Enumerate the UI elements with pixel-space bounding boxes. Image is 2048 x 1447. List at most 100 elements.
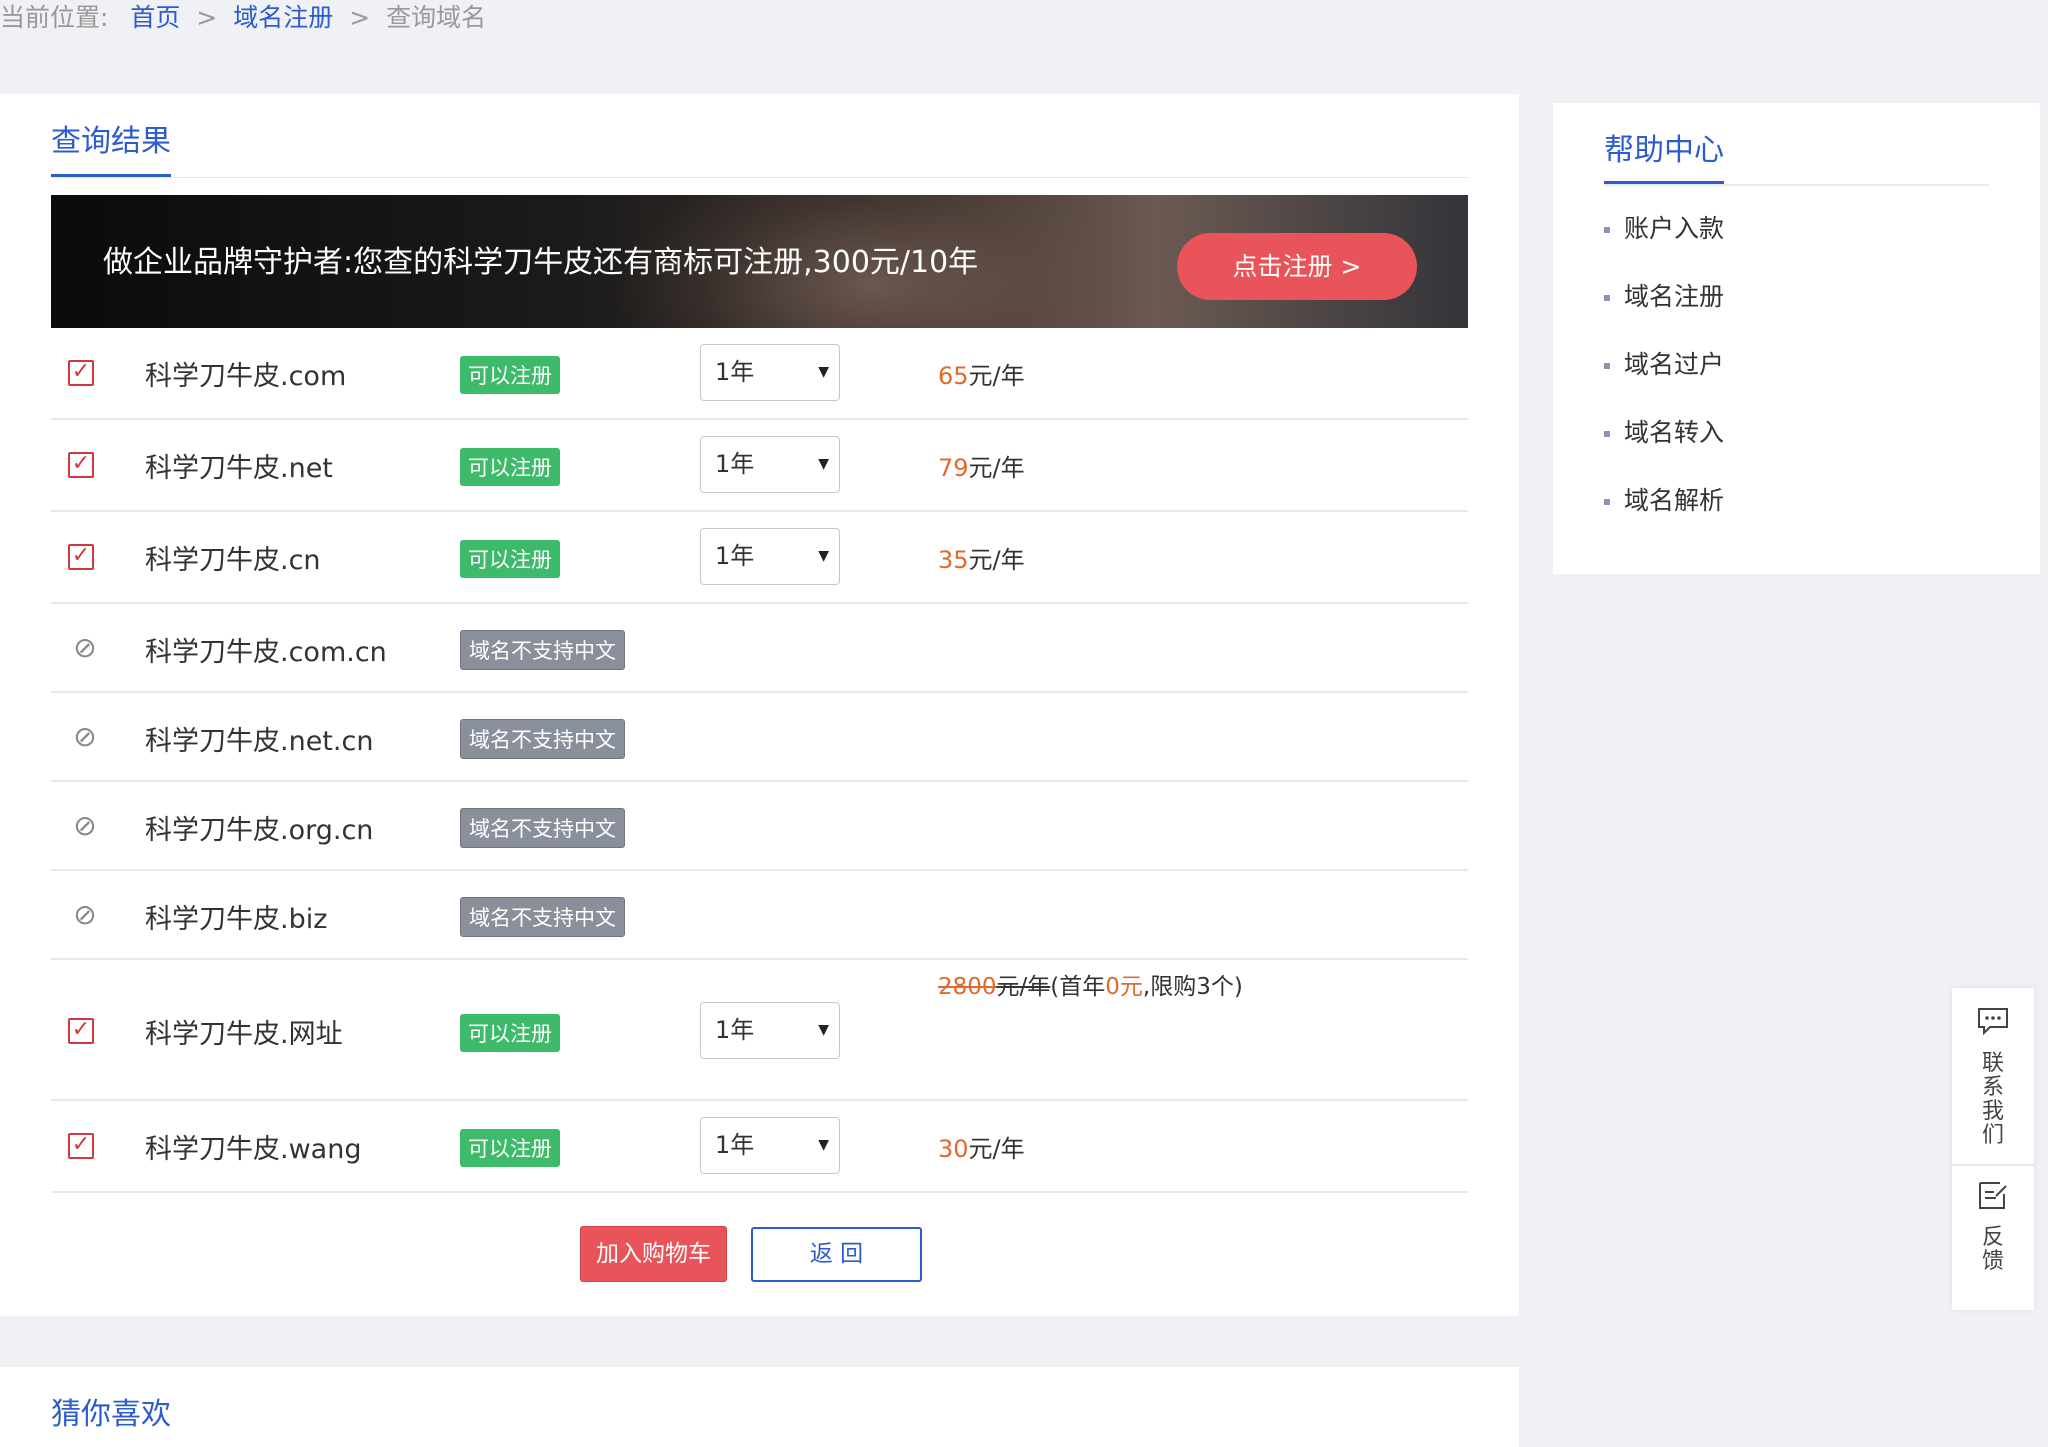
- price: 30元/年: [938, 1129, 1025, 1164]
- help-link-domain-transfer-owner[interactable]: 域名过户: [1604, 347, 1724, 415]
- edit-note-icon: [1979, 1182, 2007, 1209]
- period-value: 1年: [715, 1016, 755, 1044]
- price-value: 35: [938, 546, 969, 574]
- price-unit: 元/年: [968, 362, 1025, 390]
- breadcrumb-label: 当前位置:: [0, 3, 109, 32]
- status-badge-unsupported: 域名不支持中文: [460, 719, 625, 759]
- help-link-domain-transfer-in[interactable]: 域名转入: [1604, 415, 1724, 483]
- domain-row: ✓ 科学刀牛皮.wang 可以注册 1年 ▼ 30元/年: [51, 1101, 1468, 1193]
- breadcrumb-domain-register-link[interactable]: 域名注册: [233, 3, 333, 32]
- breadcrumb-home-link[interactable]: 首页: [130, 3, 180, 32]
- original-price-unit: 元/年: [996, 974, 1051, 1000]
- breadcrumb-current: 查询域名: [386, 3, 487, 32]
- checkbox-checked-icon[interactable]: ✓: [68, 360, 94, 386]
- status-badge-available: 可以注册: [460, 448, 560, 486]
- domain-name: 科学刀牛皮.org.cn: [145, 815, 374, 846]
- price: 79元/年: [938, 448, 1025, 483]
- back-button[interactable]: 返 回: [751, 1227, 922, 1282]
- domain-name: 科学刀牛皮.cn: [145, 545, 321, 576]
- domain-name: 科学刀牛皮.com.cn: [145, 637, 387, 668]
- domain-name: 科学刀牛皮.com: [145, 361, 347, 392]
- domain-name: 科学刀牛皮.net.cn: [145, 726, 374, 757]
- recommendation-panel: 猜你喜欢: [0, 1367, 1519, 1447]
- status-badge-available: 可以注册: [460, 540, 560, 578]
- results-title: 查询结果: [51, 116, 171, 177]
- prohibited-icon: ⊘: [73, 809, 97, 842]
- domain-name: 科学刀牛皮.网址: [145, 1019, 343, 1050]
- prohibited-icon: ⊘: [73, 720, 97, 753]
- checkbox-checked-icon[interactable]: ✓: [68, 1018, 94, 1044]
- price-value: 30: [938, 1135, 969, 1163]
- caret-down-icon: ▼: [818, 1022, 829, 1038]
- promo-price: 2800元/年(首年0元,限购3个): [938, 960, 1278, 1015]
- add-to-cart-button[interactable]: 加入购物车: [580, 1226, 727, 1282]
- price-unit: 元/年: [968, 1135, 1025, 1163]
- price-value: 79: [938, 454, 969, 482]
- breadcrumb: 当前位置: 首页 > 域名注册 > 查询域名: [0, 0, 486, 36]
- domain-row: ✓ 科学刀牛皮.网址 可以注册 1年 ▼ 2800元/年(首年0元,限购3个): [51, 960, 1468, 1101]
- domain-row: ✓ 科学刀牛皮.com 可以注册 1年 ▼ 65元/年: [51, 328, 1468, 420]
- promo-limit-text: ,限购3个): [1142, 974, 1243, 1000]
- domain-row: ✓ 科学刀牛皮.net 可以注册 1年 ▼ 79元/年: [51, 420, 1468, 512]
- period-value: 1年: [715, 358, 755, 386]
- period-select[interactable]: 1年 ▼: [700, 1117, 840, 1174]
- prohibited-icon: ⊘: [73, 631, 97, 664]
- breadcrumb-separator: >: [196, 3, 218, 32]
- floating-toolbar: 联系我们 反馈: [1952, 988, 2034, 1310]
- contact-us-label: 联系我们: [1981, 1051, 2004, 1148]
- domain-name: 科学刀牛皮.wang: [145, 1134, 362, 1165]
- period-select[interactable]: 1年 ▼: [700, 344, 840, 401]
- contact-us-button[interactable]: 联系我们: [1952, 1006, 2034, 1166]
- help-center-panel: 帮助中心 账户入款 域名注册 域名过户 域名转入 域名解析: [1553, 103, 2040, 574]
- checkbox-checked-icon[interactable]: ✓: [68, 1133, 94, 1159]
- domain-name: 科学刀牛皮.net: [145, 453, 333, 484]
- period-value: 1年: [715, 1131, 755, 1159]
- period-select[interactable]: 1年 ▼: [700, 1002, 840, 1059]
- period-value: 1年: [715, 542, 755, 570]
- checkbox-checked-icon[interactable]: ✓: [68, 544, 94, 570]
- domain-result-list: ✓ 科学刀牛皮.com 可以注册 1年 ▼ 65元/年 ✓ 科学刀牛皮.net 可…: [51, 328, 1468, 1193]
- price: 35元/年: [938, 540, 1025, 575]
- prohibited-icon: ⊘: [73, 898, 97, 931]
- feedback-button[interactable]: 反馈: [1952, 1180, 2034, 1310]
- domain-row: ⊘ 科学刀牛皮.org.cn 域名不支持中文: [51, 782, 1468, 871]
- help-links: 账户入款 域名注册 域名过户 域名转入 域名解析: [1604, 211, 1724, 551]
- status-badge-unsupported: 域名不支持中文: [460, 897, 625, 937]
- recommendation-title: 猜你喜欢: [51, 1397, 171, 1432]
- caret-down-icon: ▼: [818, 364, 829, 380]
- banner-text: 做企业品牌守护者:您查的科学刀牛皮还有商标可注册,300元/10年: [103, 245, 979, 280]
- results-header: 查询结果: [51, 94, 1468, 178]
- results-panel: 查询结果 做企业品牌守护者:您查的科学刀牛皮还有商标可注册,300元/10年 点…: [0, 94, 1519, 1316]
- breadcrumb-separator: >: [349, 3, 371, 32]
- price-value: 65: [938, 362, 969, 390]
- status-badge-unsupported: 域名不支持中文: [460, 630, 625, 670]
- domain-name: 科学刀牛皮.biz: [145, 904, 328, 935]
- period-select[interactable]: 1年 ▼: [700, 528, 840, 585]
- help-center-header: 帮助中心: [1604, 103, 1989, 186]
- domain-row: ⊘ 科学刀牛皮.biz 域名不支持中文: [51, 871, 1468, 960]
- trademark-banner: 做企业品牌守护者:您查的科学刀牛皮还有商标可注册,300元/10年 点击注册 >: [51, 195, 1468, 328]
- caret-down-icon: ▼: [818, 456, 829, 472]
- price-unit: 元/年: [968, 454, 1025, 482]
- price: 65元/年: [938, 356, 1025, 391]
- help-link-domain-dns[interactable]: 域名解析: [1604, 483, 1724, 551]
- help-link-account-deposit[interactable]: 账户入款: [1604, 211, 1724, 279]
- period-value: 1年: [715, 450, 755, 478]
- chat-bubble-icon: [1978, 1008, 2008, 1036]
- domain-row: ⊘ 科学刀牛皮.net.cn 域名不支持中文: [51, 693, 1468, 782]
- domain-row: ✓ 科学刀牛皮.cn 可以注册 1年 ▼ 35元/年: [51, 512, 1468, 604]
- feedback-label: 反馈: [1981, 1225, 2004, 1274]
- register-now-button[interactable]: 点击注册 >: [1177, 233, 1417, 300]
- status-badge-available: 可以注册: [460, 1129, 560, 1167]
- help-center-title: 帮助中心: [1604, 125, 1724, 184]
- original-price: 2800: [938, 974, 997, 1000]
- status-badge-unsupported: 域名不支持中文: [460, 808, 625, 848]
- checkbox-checked-icon[interactable]: ✓: [68, 452, 94, 478]
- first-year-price: 0元: [1105, 974, 1143, 1000]
- caret-down-icon: ▼: [818, 1137, 829, 1153]
- price-unit: 元/年: [968, 546, 1025, 574]
- caret-down-icon: ▼: [818, 548, 829, 564]
- help-link-domain-register[interactable]: 域名注册: [1604, 279, 1724, 347]
- status-badge-available: 可以注册: [460, 356, 560, 394]
- period-select[interactable]: 1年 ▼: [700, 436, 840, 493]
